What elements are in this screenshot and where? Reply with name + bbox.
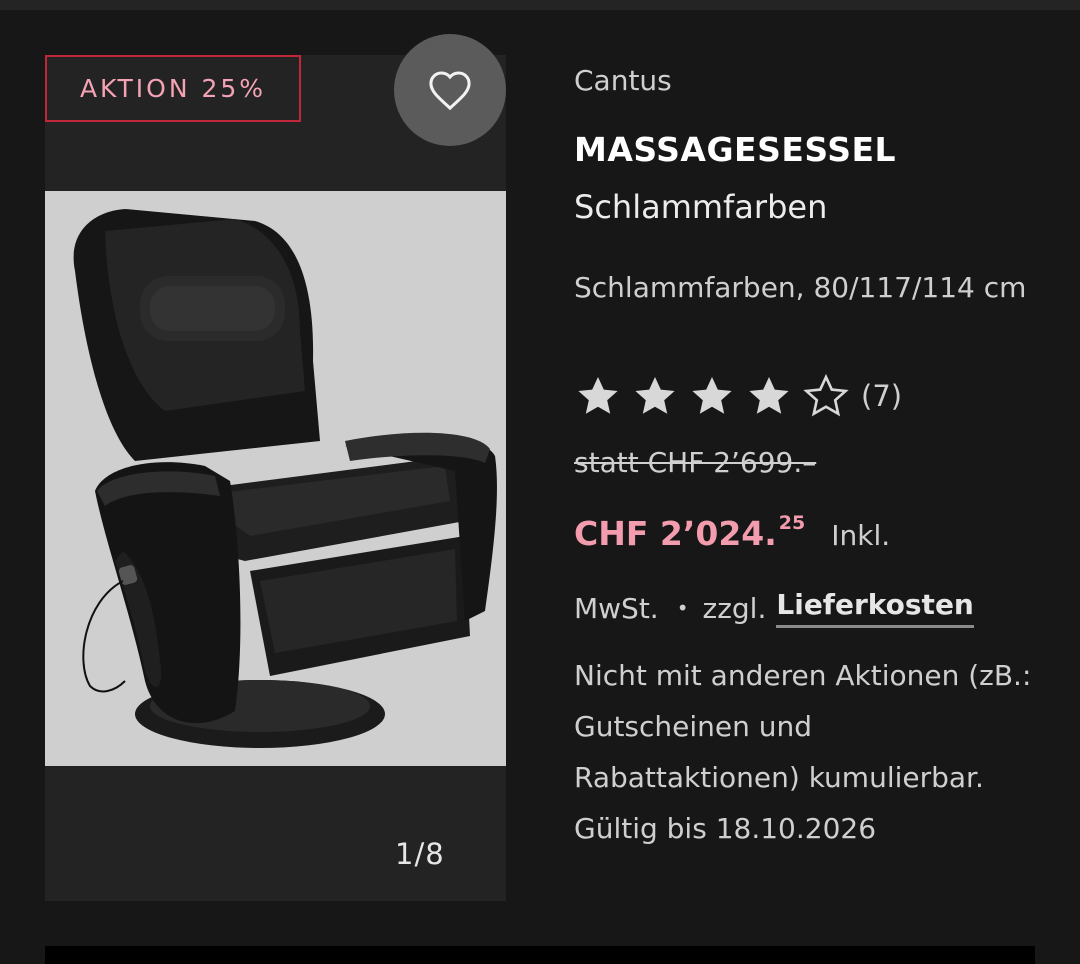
promo-badge: AKTION 25%	[45, 55, 301, 122]
delivery-costs-link[interactable]: Lieferkosten	[776, 588, 974, 628]
star-icon	[631, 372, 679, 420]
price-cents: 25	[778, 512, 806, 534]
brand-name[interactable]: Cantus	[574, 64, 672, 97]
promo-note: Nicht mit anderen Aktionen (zB.: Gutsche…	[574, 659, 1032, 845]
old-price: statt CHF 2’699.–	[574, 446, 817, 479]
price: CHF 2’024. 25 Inkl.	[574, 512, 891, 553]
product-gallery: AKTION 25% 1/8	[45, 34, 506, 901]
star-outline-icon	[802, 372, 850, 420]
favorite-button[interactable]	[394, 34, 506, 146]
tax-info: MwSt. • zzgl. Lieferkosten	[574, 588, 974, 628]
product-variant: Schlammfarben, 80/117/114 cm	[574, 271, 1027, 304]
zzgl-label: zzgl.	[702, 591, 767, 625]
star-icon	[574, 372, 622, 420]
gallery-counter: 1/8	[395, 837, 445, 871]
star-icon	[745, 372, 793, 420]
promo-badge-label: AKTION 25%	[79, 74, 267, 103]
star-icon	[688, 372, 736, 420]
product-title: MASSAGESESSEL	[574, 130, 897, 169]
inkl-label: Inkl.	[831, 519, 891, 552]
heart-outline-icon	[429, 71, 471, 111]
mwst-label: MwSt.	[574, 591, 659, 625]
top-bar	[0, 0, 1080, 10]
bottom-bar	[45, 946, 1035, 964]
rating[interactable]: (7)	[574, 372, 902, 420]
massage-chair-image	[73, 209, 497, 748]
price-amount: CHF 2’024.	[574, 514, 777, 553]
rating-count: (7)	[861, 379, 903, 413]
separator-dot: •	[676, 596, 689, 620]
product-color: Schlammfarben	[574, 188, 828, 226]
product-image[interactable]	[45, 191, 506, 766]
